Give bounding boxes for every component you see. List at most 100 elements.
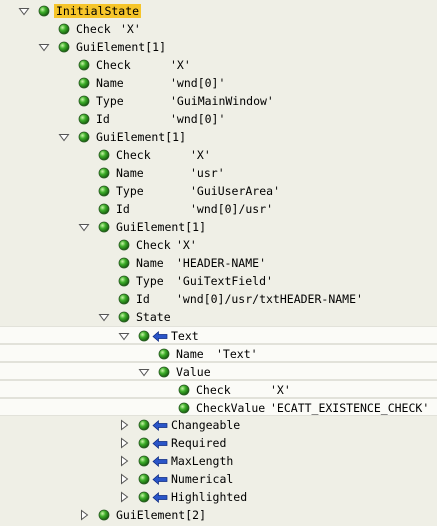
node-label: Id: [96, 112, 110, 126]
node-value: 'X': [176, 238, 197, 252]
node-value: 'X': [190, 148, 211, 162]
green-status-icon: [98, 221, 110, 233]
node-value: 'ECATT_EXISTENCE_CHECK': [270, 401, 430, 415]
tree-node-text[interactable]: Text: [0, 326, 437, 344]
arrow-left-icon: [152, 456, 168, 467]
node-value: 'Text': [216, 347, 258, 361]
green-status-icon: [98, 185, 110, 197]
collapse-triangle-icon[interactable]: [18, 5, 30, 17]
tree-node-guielement-1[interactable]: GuiElement[1]: [0, 38, 437, 56]
node-label: Type: [116, 184, 144, 198]
tree-node-required[interactable]: Required: [0, 434, 437, 452]
tree-node-numerical[interactable]: Numerical: [0, 470, 437, 488]
collapse-triangle-icon[interactable]: [98, 311, 110, 323]
expand-triangle-icon[interactable]: [118, 455, 130, 467]
node-value: 'GuiTextField': [176, 274, 273, 288]
tree-node-id[interactable]: Id 'wnd[0]/usr': [0, 200, 437, 218]
expand-triangle-icon[interactable]: [118, 437, 130, 449]
node-label: Name: [136, 256, 164, 270]
green-status-icon: [138, 437, 150, 449]
tree-node-changeable[interactable]: Changeable: [0, 416, 437, 434]
expand-triangle-icon[interactable]: [118, 419, 130, 431]
green-status-icon: [58, 41, 70, 53]
expand-triangle-icon[interactable]: [118, 491, 130, 503]
node-value: 'X': [120, 22, 141, 36]
green-status-icon: [78, 131, 90, 143]
green-status-icon: [118, 311, 130, 323]
node-label: Value: [176, 365, 211, 379]
node-label: Id: [116, 202, 130, 216]
node-label: GuiElement[1]: [96, 130, 187, 144]
green-status-icon: [138, 455, 150, 467]
tree-node-check[interactable]: Check 'X': [0, 20, 437, 38]
arrow-left-icon: [152, 438, 168, 449]
node-label: Type: [136, 274, 164, 288]
green-status-icon: [78, 77, 90, 89]
green-status-icon: [178, 384, 190, 396]
node-label: Changeable: [171, 418, 241, 432]
tree-node-checkvalue[interactable]: CheckValue 'ECATT_EXISTENCE_CHECK': [0, 398, 437, 416]
node-label: Highlighted: [171, 490, 248, 504]
green-status-icon: [98, 203, 110, 215]
tree-node-name[interactable]: Name 'Text': [0, 344, 437, 362]
collapse-triangle-icon[interactable]: [58, 131, 70, 143]
node-value: 'X': [170, 58, 191, 72]
node-label: Check: [116, 148, 151, 162]
node-label: Check: [76, 22, 111, 36]
node-label: Type: [96, 94, 124, 108]
tree-node-type[interactable]: Type 'GuiUserArea': [0, 182, 437, 200]
green-status-icon: [78, 113, 90, 125]
green-status-icon: [138, 473, 150, 485]
node-value: 'usr': [190, 166, 225, 180]
node-label: Text: [171, 329, 199, 343]
node-label: Name: [116, 166, 144, 180]
tree-node-id[interactable]: Id 'wnd[0]': [0, 110, 437, 128]
tree-node-guielement-1[interactable]: GuiElement[1]: [0, 218, 437, 236]
node-label: Numerical: [171, 472, 234, 486]
tree-node-initialstate[interactable]: InitialState: [0, 2, 437, 20]
collapse-triangle-icon[interactable]: [38, 41, 50, 53]
tree-node-name[interactable]: Name 'wnd[0]': [0, 74, 437, 92]
tree-node-name[interactable]: Name 'usr': [0, 164, 437, 182]
arrow-left-icon: [152, 420, 168, 431]
node-value: 'GuiMainWindow': [170, 94, 274, 108]
tree-node-guielement-2[interactable]: GuiElement[2]: [0, 506, 437, 524]
green-status-icon: [78, 59, 90, 71]
green-status-icon: [118, 293, 130, 305]
green-status-icon: [138, 330, 150, 342]
tree-node-name[interactable]: Name 'HEADER-NAME': [0, 254, 437, 272]
arrow-left-icon: [152, 331, 168, 342]
tree-node-maxlength[interactable]: MaxLength: [0, 452, 437, 470]
tree-node-check[interactable]: Check 'X': [0, 146, 437, 164]
green-status-icon: [58, 23, 70, 35]
collapse-triangle-icon[interactable]: [118, 330, 130, 342]
tree-node-check[interactable]: Check 'X': [0, 236, 437, 254]
tree-node-highlighted[interactable]: Highlighted: [0, 488, 437, 506]
collapse-triangle-icon[interactable]: [78, 221, 90, 233]
node-label: MaxLength: [171, 454, 234, 468]
collapse-triangle-icon[interactable]: [138, 366, 150, 378]
tree-node-check[interactable]: Check 'X': [0, 380, 437, 398]
green-status-icon: [138, 419, 150, 431]
green-status-icon: [38, 5, 50, 17]
tree-node-type[interactable]: Type 'GuiMainWindow': [0, 92, 437, 110]
tree-node-value[interactable]: Value: [0, 362, 437, 380]
tree-node-type[interactable]: Type 'GuiTextField': [0, 272, 437, 290]
tree-node-check[interactable]: Check 'X': [0, 56, 437, 74]
tree-node-guielement-1[interactable]: GuiElement[1]: [0, 128, 437, 146]
green-status-icon: [78, 95, 90, 107]
node-label: Name: [96, 76, 124, 90]
tree-node-state[interactable]: State: [0, 308, 437, 326]
node-label: Check: [96, 58, 131, 72]
green-status-icon: [138, 491, 150, 503]
node-label: GuiElement[1]: [116, 220, 207, 234]
expand-triangle-icon[interactable]: [118, 473, 130, 485]
tree-node-id[interactable]: Id 'wnd[0]/usr/txtHEADER-NAME': [0, 290, 437, 308]
node-label: GuiElement[1]: [76, 40, 167, 54]
expand-triangle-icon[interactable]: [78, 509, 90, 521]
node-value: 'X': [270, 383, 291, 397]
node-value: 'HEADER-NAME': [176, 256, 267, 270]
green-status-icon: [98, 509, 110, 521]
green-status-icon: [98, 149, 110, 161]
green-status-icon: [118, 275, 130, 287]
